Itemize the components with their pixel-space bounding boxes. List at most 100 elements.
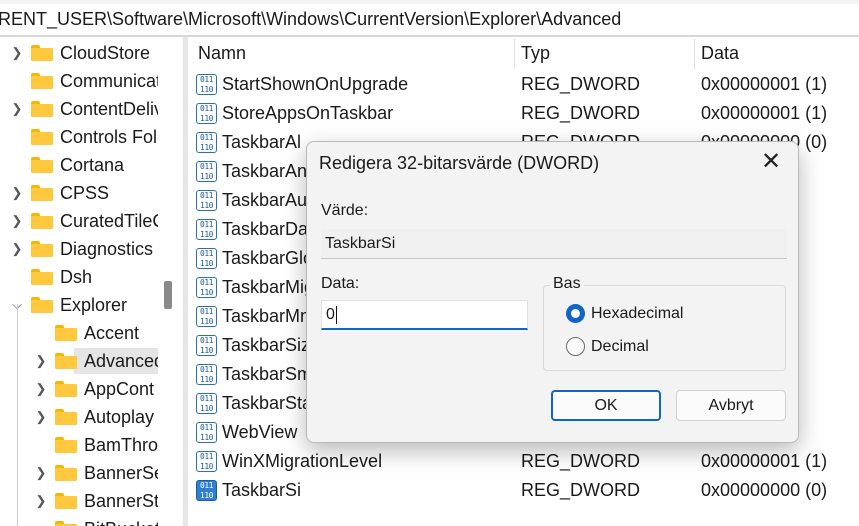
tree-item-label: Advanced (84, 351, 158, 371)
registry-binary-value-icon: 011 110 (196, 103, 217, 124)
tree-item[interactable]: BitBucket (10, 516, 158, 526)
tree-item-label: CloudStore (60, 43, 151, 63)
table-row[interactable]: 011 110 StartShownOnUpgrade REG_DWORD 0x0000… (188, 70, 859, 99)
radio-selected-icon[interactable] (566, 304, 585, 323)
tree-item[interactable]: ❯ BannerSto (10, 488, 158, 514)
tree-scrollbar-thumb[interactable] (164, 281, 172, 309)
value-name: WebView (222, 422, 298, 442)
tree-item-label: CuratedTileC (60, 211, 158, 231)
chevron-right-icon[interactable]: ❯ (10, 236, 24, 262)
table-row[interactable]: 011 110 StoreAppsOnTaskbar REG_DWORD 0x00000… (188, 99, 859, 128)
close-icon[interactable]: ✕ (758, 149, 784, 175)
tree-item-label: BitBucket (84, 516, 158, 526)
column-header-data[interactable]: Data (701, 37, 739, 69)
text-caret (335, 305, 337, 324)
value-type: REG_DWORD (521, 451, 641, 471)
registry-binary-value-icon: 011 110 (196, 132, 217, 153)
folder-icon (31, 157, 53, 173)
folder-icon (55, 381, 77, 397)
table-row[interactable]: 011 110 WinXMigrationLevel REG_DWORD 0x00000… (188, 447, 859, 476)
value-name: TaskbarAl (222, 132, 302, 152)
registry-binary-value-icon: 011 110 (196, 161, 217, 182)
folder-icon (55, 353, 77, 369)
chevron-right-icon[interactable]: ❯ (10, 180, 24, 206)
registry-binary-value-icon: 011 110 (196, 74, 217, 95)
tree-item[interactable]: Communicat (10, 68, 158, 94)
folder-icon (31, 101, 53, 117)
decimal-label: Decimal (591, 338, 649, 355)
column-divider[interactable] (694, 39, 695, 69)
tree-item[interactable]: Accent (10, 320, 158, 346)
folder-icon (55, 437, 77, 453)
value-name: TaskbarMn (222, 306, 311, 326)
tree-scrollbar[interactable] (158, 37, 178, 526)
registry-binary-value-icon: 011 110 (196, 364, 217, 385)
cancel-button[interactable]: Avbryt (676, 390, 786, 421)
tree-item-label: AppCont (84, 379, 155, 399)
dialog-title: Redigera 32-bitarsvärde (DWORD) (319, 153, 600, 173)
chevron-right-icon[interactable]: ❯ (10, 96, 24, 122)
value-data: 0x00000000 (0) (701, 480, 828, 500)
folder-icon (31, 297, 53, 313)
value-name: TaskbarDa (222, 219, 309, 239)
chevron-right-icon[interactable]: ❯ (34, 488, 48, 514)
folder-icon (31, 269, 53, 285)
tree-item[interactable]: ❯ AppCont (10, 376, 158, 402)
folder-icon (55, 521, 77, 526)
column-header-name[interactable]: Namn (198, 37, 246, 69)
registry-tree: ❯ CloudStore Communicat ❯ ContentDeliv Contro… (0, 37, 158, 526)
folder-icon (31, 45, 53, 61)
tree-item[interactable]: ❯ CloudStore (10, 40, 158, 66)
registry-binary-value-icon: 011 110 (196, 335, 217, 356)
tree-item-label: Explorer (60, 295, 128, 315)
address-bar[interactable]: RENT_USER\Software\Microsoft\Windows\Cur… (0, 4, 859, 37)
tree-item[interactable]: ❯ ContentDeliv (10, 96, 158, 122)
ok-button[interactable]: OK (551, 390, 661, 421)
value-name-label: Värde: (321, 202, 369, 219)
tree-guide-line (17, 304, 18, 526)
value-data: 0x00000001 (1) (701, 451, 828, 471)
tree-item[interactable]: ⌵Explorer (10, 292, 158, 318)
tree-item[interactable]: Controls Fol (10, 124, 158, 150)
list-header: Namn Typ Data (188, 37, 859, 69)
tree-item-label: Cortana (60, 155, 125, 175)
tree-item[interactable]: ❯ Advanced (10, 348, 158, 374)
tree-item[interactable]: ❯ BannerSe (10, 460, 158, 486)
column-divider[interactable] (514, 39, 515, 69)
chevron-right-icon[interactable]: ❯ (34, 460, 48, 486)
column-header-type[interactable]: Typ (521, 37, 550, 69)
tree-item[interactable]: ❯ CuratedTileC (10, 208, 158, 234)
value-data-text: 0 (326, 306, 335, 323)
folder-icon (31, 129, 53, 145)
radio-unselected-icon[interactable] (566, 337, 585, 356)
tree-item-label: BamThro (84, 435, 158, 455)
value-data: 0x00000001 (1) (701, 74, 828, 94)
base-group-label: Bas (550, 275, 584, 293)
value-name: StoreAppsOnTaskbar (222, 103, 394, 123)
registry-binary-value-icon: 011 110 (196, 248, 217, 269)
tree-item[interactable]: ❯ Autoplay (10, 404, 158, 430)
tree-item[interactable]: Cortana (10, 152, 158, 178)
tree-item-label: CPSS (60, 183, 110, 203)
chevron-right-icon[interactable]: ❯ (34, 348, 48, 374)
table-row[interactable]: 011 110 TaskbarSi REG_DWORD 0x00000000 (0) (188, 476, 859, 505)
registry-binary-value-icon: 011 110 (196, 480, 217, 501)
tree-item[interactable]: BamThro (10, 432, 158, 458)
tree-item[interactable]: Dsh (10, 264, 158, 290)
value-name: TaskbarSi (222, 480, 302, 500)
chevron-right-icon[interactable]: ❯ (10, 208, 24, 234)
folder-icon (31, 241, 53, 257)
registry-binary-value-icon: 011 110 (196, 306, 217, 327)
value-name: StartShownOnUpgrade (222, 74, 409, 94)
tree-item-label: ContentDeliv (60, 99, 158, 119)
chevron-right-icon[interactable]: ❯ (34, 404, 48, 430)
chevron-right-icon[interactable]: ❯ (34, 376, 48, 402)
tree-item[interactable]: ❯ Diagnostics (10, 236, 158, 262)
value-name: WinXMigrationLevel (222, 451, 383, 471)
registry-binary-value-icon: 011 110 (196, 190, 217, 211)
value-data-input[interactable]: 0 (321, 300, 528, 330)
tree-item[interactable]: ❯ CPSS (10, 180, 158, 206)
chevron-right-icon[interactable]: ❯ (10, 40, 24, 66)
registry-binary-value-icon: 011 110 (196, 422, 217, 443)
registry-binary-value-icon: 011 110 (196, 219, 217, 240)
